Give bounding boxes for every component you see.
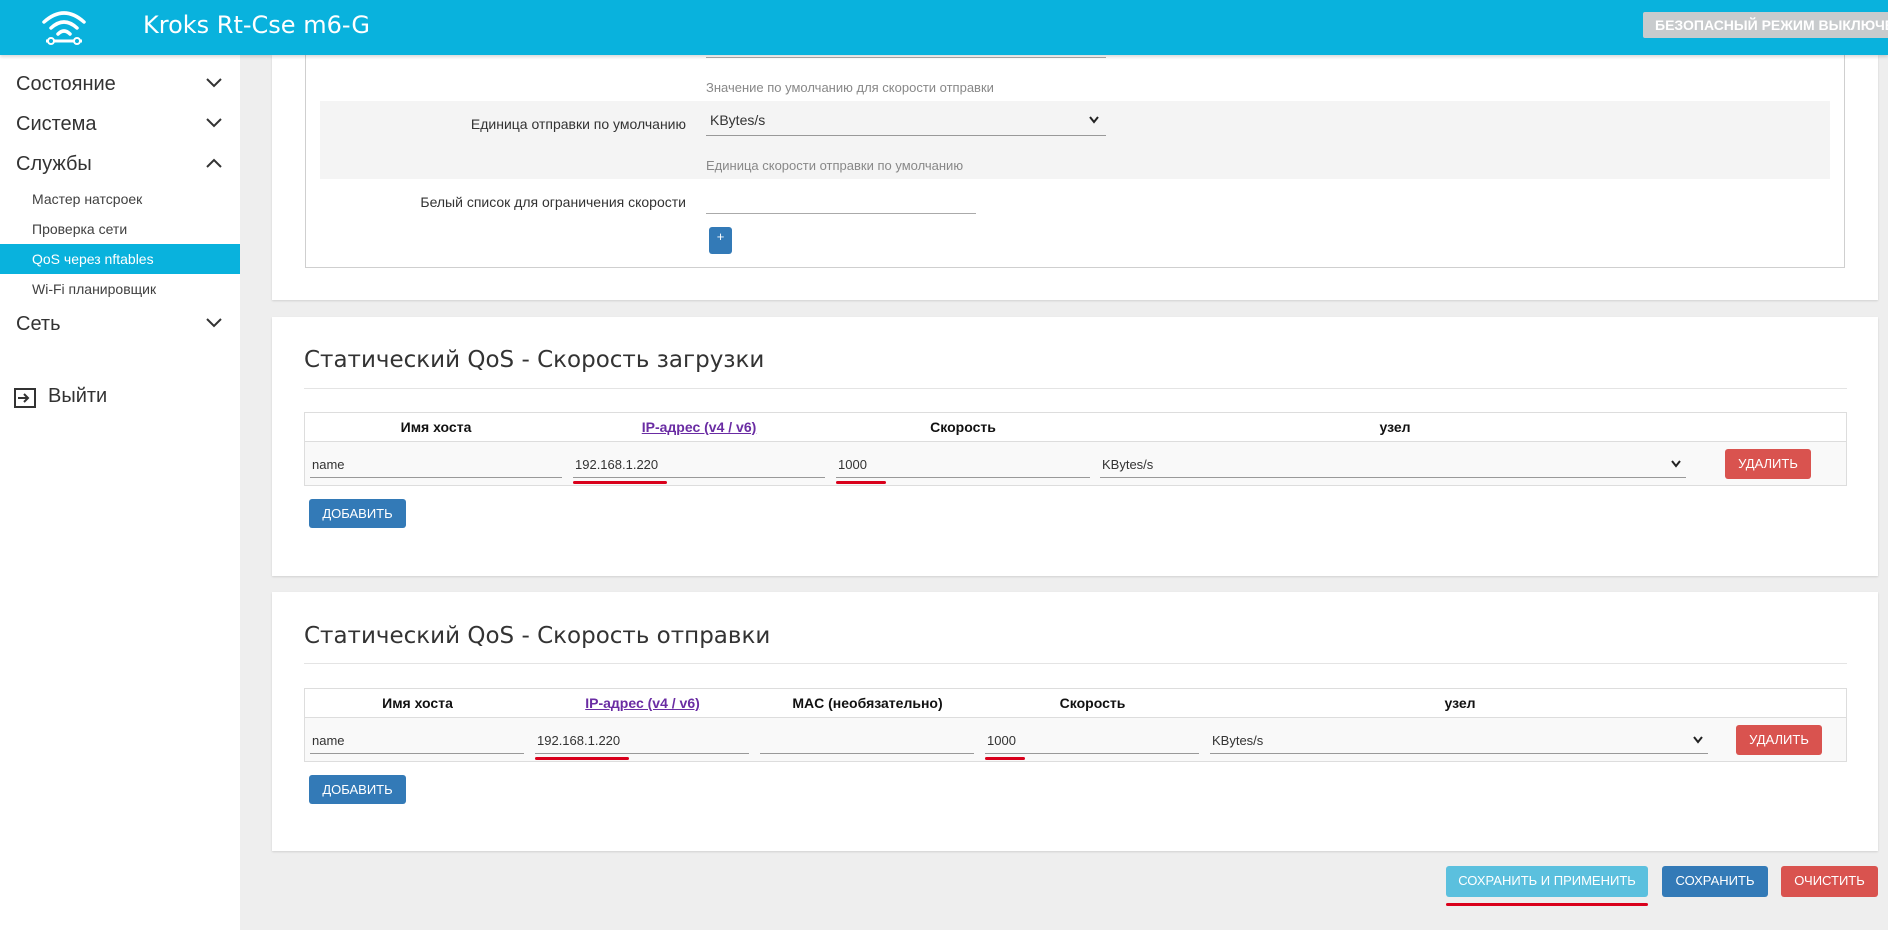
delete-button[interactable]: УДАЛИТЬ <box>1725 449 1811 479</box>
column-header-mac: MAC (необязательно) <box>792 695 943 711</box>
reset-button[interactable]: ОЧИСТИТЬ <box>1781 866 1878 897</box>
add-download-rule-button[interactable]: ДОБАВИТЬ <box>309 499 406 528</box>
download-qos-panel: Статический QoS - Скорость загрузки Имя … <box>272 317 1878 576</box>
save-and-apply-button[interactable]: СОХРАНИТЬ И ПРИМЕНИТЬ <box>1446 866 1648 897</box>
sidebar: Состояние Система Службы Мастер натсроек… <box>0 55 240 930</box>
unit-value: KBytes/s <box>1212 733 1264 748</box>
download-table: Имя хоста IP-адрес (v4 / v6) Скорость уз… <box>304 412 1847 486</box>
chevron-up-icon <box>206 158 222 168</box>
speed-input[interactable]: 1000 <box>836 450 1090 478</box>
column-header-speed: Скорость <box>930 419 996 435</box>
sidebar-subitem-label: QoS через nftables <box>32 251 154 267</box>
annotation-underline <box>1446 903 1648 906</box>
safe-mode-badge[interactable]: БЕЗОПАСНЫЙ РЕЖИМ ВЫКЛЮЧЕН <box>1643 12 1888 38</box>
sidebar-subitem-label: Wi-Fi планировщик <box>32 281 157 297</box>
ip-input[interactable]: 192.168.1.220 <box>535 726 749 754</box>
logout-icon <box>14 388 36 408</box>
table-row: name 192.168.1.220 1000 KBytes/s УДАЛИТЬ <box>305 441 1846 485</box>
logout-label: Выйти <box>48 385 108 407</box>
unit-select-value: KBytes/s <box>710 112 766 128</box>
sidebar-subitem-label: Проверка сети <box>32 221 128 237</box>
hostname-value: name <box>312 457 345 472</box>
upload-section-title: Статический QoS - Скорость отправки <box>304 623 771 649</box>
column-header-unit: узел <box>1444 695 1476 711</box>
top-header: Kroks Rt-Cse m6-G БЕЗОПАСНЫЙ РЕЖИМ ВЫКЛЮ… <box>0 0 1888 55</box>
sidebar-item-system[interactable]: Система <box>0 106 240 142</box>
logout-link[interactable]: Выйти <box>14 382 214 412</box>
unit-value: KBytes/s <box>1102 457 1154 472</box>
column-header-hostname: Имя хоста <box>400 419 472 435</box>
column-header-ip[interactable]: IP-адрес (v4 / v6) <box>530 689 755 717</box>
hostname-input[interactable]: name <box>310 450 562 478</box>
add-upload-rule-button[interactable]: ДОБАВИТЬ <box>309 775 406 804</box>
ip-value: 192.168.1.220 <box>537 733 621 748</box>
annotation-underline <box>535 757 629 760</box>
annotation-underline <box>573 481 667 484</box>
chevron-down-icon <box>1671 460 1681 468</box>
sidebar-item-services[interactable]: Службы <box>0 146 240 182</box>
upload-qos-panel: Статический QoS - Скорость отправки Имя … <box>272 592 1878 851</box>
add-whitelist-button[interactable]: + <box>709 227 732 254</box>
column-header-hostname: Имя хоста <box>382 695 453 711</box>
sidebar-item-network[interactable]: Сеть <box>0 306 240 342</box>
unit-select[interactable]: KBytes/s <box>1100 450 1686 478</box>
sidebar-subitem-label: Мастер натсроек <box>32 191 143 207</box>
settings-box: Значение по умолчанию для скорости отпра… <box>305 53 1845 268</box>
sidebar-subitem-network-check[interactable]: Проверка сети <box>0 214 240 244</box>
column-header-speed: Скорость <box>1059 695 1126 711</box>
chevron-down-icon <box>206 78 222 88</box>
unit-label: Единица отправки по умолчанию <box>470 116 686 132</box>
column-header-unit: узел <box>1379 419 1411 435</box>
speed-value: 1000 <box>838 457 867 472</box>
annotation-underline <box>985 757 1025 760</box>
sidebar-item-label: Система <box>16 113 97 135</box>
table-row: name 192.168.1.220 1000 KBytes/s УДАЛИТЬ <box>305 717 1846 761</box>
unit-select[interactable]: KBytes/s <box>1210 726 1708 754</box>
sidebar-item-status[interactable]: Состояние <box>0 66 240 102</box>
sidebar-item-label: Службы <box>16 153 92 175</box>
section-divider <box>304 388 1847 389</box>
sidebar-item-label: Состояние <box>16 73 116 95</box>
sidebar-subitem-wifi-scheduler[interactable]: Wi-Fi планировщик <box>0 274 240 304</box>
speed-input[interactable]: 1000 <box>985 726 1199 754</box>
whitelist-input[interactable] <box>706 184 976 214</box>
delete-button[interactable]: УДАЛИТЬ <box>1736 725 1822 755</box>
hostname-input[interactable]: name <box>310 726 524 754</box>
ip-value: 192.168.1.220 <box>575 457 659 472</box>
chevron-down-icon <box>206 118 222 128</box>
chevron-down-icon <box>1089 116 1099 124</box>
chevron-down-icon <box>1693 736 1703 744</box>
hostname-value: name <box>312 733 345 748</box>
sidebar-subitem-qos-nftables[interactable]: QoS через nftables <box>0 244 240 274</box>
mac-input[interactable] <box>760 726 974 754</box>
sidebar-subitem-setup-wizard[interactable]: Мастер натсроек <box>0 184 240 214</box>
speed-value: 1000 <box>987 733 1016 748</box>
save-button[interactable]: СОХРАНИТЬ <box>1662 866 1768 897</box>
sidebar-item-label: Сеть <box>16 313 61 335</box>
unit-select[interactable]: KBytes/s <box>706 106 1106 136</box>
download-section-title: Статический QoS - Скорость загрузки <box>304 347 765 373</box>
app-title: Kroks Rt-Cse m6-G <box>143 11 370 39</box>
upload-default-hint: Значение по умолчанию для скорости отпра… <box>706 80 994 95</box>
section-divider <box>304 663 1847 664</box>
column-header-ip[interactable]: IP-адрес (v4 / v6) <box>567 413 831 441</box>
unit-hint: Единица скорости отправки по умолчанию <box>706 158 964 173</box>
annotation-underline <box>836 481 886 484</box>
whitelist-label: Белый список для ограничения скорости <box>420 194 686 210</box>
ip-input[interactable]: 192.168.1.220 <box>573 450 825 478</box>
upload-table: Имя хоста IP-адрес (v4 / v6) MAC (необяз… <box>304 688 1847 762</box>
settings-panel: Значение по умолчанию для скорости отпра… <box>272 53 1878 300</box>
wifi-logo-icon[interactable] <box>40 6 88 48</box>
chevron-down-icon <box>206 318 222 328</box>
